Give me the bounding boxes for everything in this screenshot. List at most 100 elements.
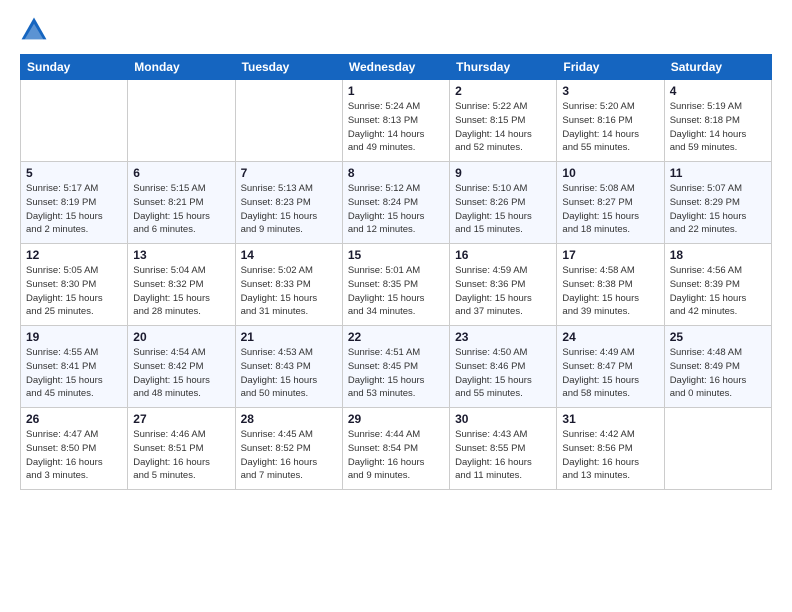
calendar-cell: 18 Sunrise: 4:56 AM Sunset: 8:39 PM Dayli…: [664, 244, 771, 326]
calendar-cell: 25 Sunrise: 4:48 AM Sunset: 8:49 PM Dayli…: [664, 326, 771, 408]
calendar-week-row: 19 Sunrise: 4:55 AM Sunset: 8:41 PM Dayli…: [21, 326, 772, 408]
calendar-cell: 15 Sunrise: 5:01 AM Sunset: 8:35 PM Dayli…: [342, 244, 449, 326]
day-number: 31: [562, 412, 658, 426]
day-info: Sunrise: 4:59 AM Sunset: 8:36 PM Dayligh…: [455, 264, 551, 319]
day-number: 18: [670, 248, 766, 262]
day-info: Sunrise: 4:48 AM Sunset: 8:49 PM Dayligh…: [670, 346, 766, 401]
calendar-cell: 29 Sunrise: 4:44 AM Sunset: 8:54 PM Dayli…: [342, 408, 449, 490]
day-info: Sunrise: 5:19 AM Sunset: 8:18 PM Dayligh…: [670, 100, 766, 155]
calendar-cell: 1Sunrise: 5:24 AM Sunset: 8:13 PM Daylig…: [342, 80, 449, 162]
day-info: Sunrise: 5:01 AM Sunset: 8:35 PM Dayligh…: [348, 264, 444, 319]
calendar-cell: 28 Sunrise: 4:45 AM Sunset: 8:52 PM Dayli…: [235, 408, 342, 490]
day-number: 23: [455, 330, 551, 344]
day-info: Sunrise: 4:44 AM Sunset: 8:54 PM Dayligh…: [348, 428, 444, 483]
day-info: Sunrise: 4:46 AM Sunset: 8:51 PM Dayligh…: [133, 428, 229, 483]
calendar-week-row: 26 Sunrise: 4:47 AM Sunset: 8:50 PM Dayli…: [21, 408, 772, 490]
day-number: 8: [348, 166, 444, 180]
calendar-week-row: 12 Sunrise: 5:05 AM Sunset: 8:30 PM Dayli…: [21, 244, 772, 326]
calendar-header-monday: Monday: [128, 55, 235, 80]
day-info: Sunrise: 5:15 AM Sunset: 8:21 PM Dayligh…: [133, 182, 229, 237]
calendar-cell: 23 Sunrise: 4:50 AM Sunset: 8:46 PM Dayli…: [450, 326, 557, 408]
calendar-cell: [128, 80, 235, 162]
day-info: Sunrise: 4:58 AM Sunset: 8:38 PM Dayligh…: [562, 264, 658, 319]
day-number: 2: [455, 84, 551, 98]
day-info: Sunrise: 4:47 AM Sunset: 8:50 PM Dayligh…: [26, 428, 122, 483]
calendar-cell: 7 Sunrise: 5:13 AM Sunset: 8:23 PM Daylig…: [235, 162, 342, 244]
calendar-cell: 27 Sunrise: 4:46 AM Sunset: 8:51 PM Dayli…: [128, 408, 235, 490]
day-info: Sunrise: 4:53 AM Sunset: 8:43 PM Dayligh…: [241, 346, 337, 401]
day-info: Sunrise: 4:50 AM Sunset: 8:46 PM Dayligh…: [455, 346, 551, 401]
day-info: Sunrise: 4:43 AM Sunset: 8:55 PM Dayligh…: [455, 428, 551, 483]
calendar-cell: 19 Sunrise: 4:55 AM Sunset: 8:41 PM Dayli…: [21, 326, 128, 408]
calendar-cell: 21 Sunrise: 4:53 AM Sunset: 8:43 PM Dayli…: [235, 326, 342, 408]
calendar-cell: 12 Sunrise: 5:05 AM Sunset: 8:30 PM Dayli…: [21, 244, 128, 326]
day-number: 27: [133, 412, 229, 426]
day-number: 13: [133, 248, 229, 262]
day-info: Sunrise: 5:24 AM Sunset: 8:13 PM Dayligh…: [348, 100, 444, 155]
day-number: 28: [241, 412, 337, 426]
calendar-cell: 26 Sunrise: 4:47 AM Sunset: 8:50 PM Dayli…: [21, 408, 128, 490]
day-number: 3: [562, 84, 658, 98]
calendar-cell: 31 Sunrise: 4:42 AM Sunset: 8:56 PM Dayli…: [557, 408, 664, 490]
logo-icon: [20, 16, 48, 44]
calendar-cell: 17 Sunrise: 4:58 AM Sunset: 8:38 PM Dayli…: [557, 244, 664, 326]
day-number: 16: [455, 248, 551, 262]
day-info: Sunrise: 4:42 AM Sunset: 8:56 PM Dayligh…: [562, 428, 658, 483]
calendar-cell: 16 Sunrise: 4:59 AM Sunset: 8:36 PM Dayli…: [450, 244, 557, 326]
day-info: Sunrise: 4:45 AM Sunset: 8:52 PM Dayligh…: [241, 428, 337, 483]
calendar-header-tuesday: Tuesday: [235, 55, 342, 80]
day-info: Sunrise: 5:02 AM Sunset: 8:33 PM Dayligh…: [241, 264, 337, 319]
day-number: 15: [348, 248, 444, 262]
calendar-cell: 14Sunrise: 5:02 AM Sunset: 8:33 PM Dayli…: [235, 244, 342, 326]
day-info: Sunrise: 5:04 AM Sunset: 8:32 PM Dayligh…: [133, 264, 229, 319]
day-info: Sunrise: 5:12 AM Sunset: 8:24 PM Dayligh…: [348, 182, 444, 237]
day-info: Sunrise: 5:08 AM Sunset: 8:27 PM Dayligh…: [562, 182, 658, 237]
day-info: Sunrise: 4:56 AM Sunset: 8:39 PM Dayligh…: [670, 264, 766, 319]
calendar-week-row: 5Sunrise: 5:17 AM Sunset: 8:19 PM Daylig…: [21, 162, 772, 244]
day-number: 10: [562, 166, 658, 180]
day-number: 5: [26, 166, 122, 180]
day-number: 20: [133, 330, 229, 344]
day-info: Sunrise: 5:20 AM Sunset: 8:16 PM Dayligh…: [562, 100, 658, 155]
day-number: 7: [241, 166, 337, 180]
day-number: 21: [241, 330, 337, 344]
calendar-cell: 24 Sunrise: 4:49 AM Sunset: 8:47 PM Dayli…: [557, 326, 664, 408]
day-number: 30: [455, 412, 551, 426]
calendar-cell: 5Sunrise: 5:17 AM Sunset: 8:19 PM Daylig…: [21, 162, 128, 244]
logo: [20, 16, 50, 44]
day-number: 19: [26, 330, 122, 344]
calendar-header-thursday: Thursday: [450, 55, 557, 80]
day-info: Sunrise: 4:54 AM Sunset: 8:42 PM Dayligh…: [133, 346, 229, 401]
calendar-cell: 8 Sunrise: 5:12 AM Sunset: 8:24 PM Daylig…: [342, 162, 449, 244]
day-number: 29: [348, 412, 444, 426]
calendar-cell: 9 Sunrise: 5:10 AM Sunset: 8:26 PM Daylig…: [450, 162, 557, 244]
calendar-cell: 10 Sunrise: 5:08 AM Sunset: 8:27 PM Dayli…: [557, 162, 664, 244]
day-number: 4: [670, 84, 766, 98]
calendar-cell: 6 Sunrise: 5:15 AM Sunset: 8:21 PM Daylig…: [128, 162, 235, 244]
calendar-cell: 4 Sunrise: 5:19 AM Sunset: 8:18 PM Daylig…: [664, 80, 771, 162]
day-number: 24: [562, 330, 658, 344]
day-info: Sunrise: 5:05 AM Sunset: 8:30 PM Dayligh…: [26, 264, 122, 319]
day-number: 25: [670, 330, 766, 344]
day-number: 9: [455, 166, 551, 180]
day-number: 26: [26, 412, 122, 426]
calendar-cell: 30 Sunrise: 4:43 AM Sunset: 8:55 PM Dayli…: [450, 408, 557, 490]
day-number: 6: [133, 166, 229, 180]
calendar-cell: 13 Sunrise: 5:04 AM Sunset: 8:32 PM Dayli…: [128, 244, 235, 326]
calendar-cell: 2Sunrise: 5:22 AM Sunset: 8:15 PM Daylig…: [450, 80, 557, 162]
day-info: Sunrise: 5:07 AM Sunset: 8:29 PM Dayligh…: [670, 182, 766, 237]
day-info: Sunrise: 5:10 AM Sunset: 8:26 PM Dayligh…: [455, 182, 551, 237]
calendar-week-row: 1Sunrise: 5:24 AM Sunset: 8:13 PM Daylig…: [21, 80, 772, 162]
calendar-cell: 3 Sunrise: 5:20 AM Sunset: 8:16 PM Daylig…: [557, 80, 664, 162]
day-number: 17: [562, 248, 658, 262]
page: SundayMondayTuesdayWednesdayThursdayFrid…: [0, 0, 792, 500]
day-info: Sunrise: 4:55 AM Sunset: 8:41 PM Dayligh…: [26, 346, 122, 401]
day-number: 12: [26, 248, 122, 262]
calendar-cell: [21, 80, 128, 162]
day-info: Sunrise: 5:13 AM Sunset: 8:23 PM Dayligh…: [241, 182, 337, 237]
day-info: Sunrise: 4:49 AM Sunset: 8:47 PM Dayligh…: [562, 346, 658, 401]
calendar-cell: 22Sunrise: 4:51 AM Sunset: 8:45 PM Dayli…: [342, 326, 449, 408]
calendar-header-friday: Friday: [557, 55, 664, 80]
calendar-header-saturday: Saturday: [664, 55, 771, 80]
calendar-cell: [235, 80, 342, 162]
